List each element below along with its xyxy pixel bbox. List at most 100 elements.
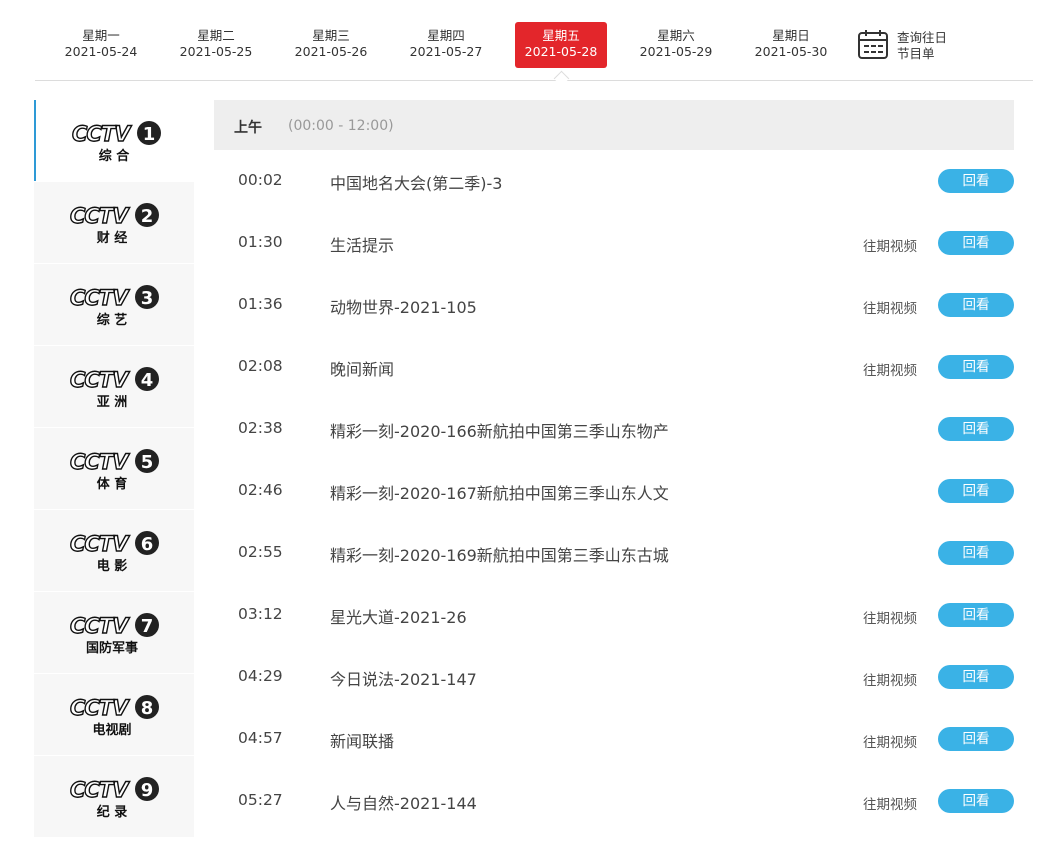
date-tab-weekday: 星期六 (657, 28, 695, 43)
logo-text: CCTV (70, 286, 130, 310)
date-tab-2021-05-27[interactable]: 星期四 2021-05-27 (400, 22, 492, 68)
channel-sidebar: CCTV 1 综 合 CCTV 2 财 经 CCTV 3 综 艺 CCTV 4 亚 洲 CCTV 5 体 育… (34, 100, 194, 845)
channel-number: 3 (141, 288, 154, 309)
channel-item-cctv5[interactable]: CCTV 5 体 育 (34, 428, 194, 509)
channel-number: 4 (141, 370, 154, 391)
program-time: 02:46 (238, 481, 283, 499)
channel-name: 综 艺 (97, 312, 128, 328)
program-title[interactable]: 新闻联播 (330, 728, 394, 752)
logo-text: CCTV (70, 368, 130, 392)
date-tab-weekday: 星期二 (197, 28, 235, 43)
channel-name: 体 育 (97, 476, 128, 492)
past-video-link[interactable]: 往期视频 (863, 669, 917, 689)
replay-button[interactable]: 回看 (938, 417, 1014, 441)
channel-number: 6 (141, 534, 154, 555)
program-time: 02:38 (238, 419, 283, 437)
program-title[interactable]: 精彩一刻-2020-169新航拍中国第三季山东古城 (330, 542, 669, 566)
channel-name: 综 合 (99, 148, 131, 164)
date-tab-date: 2021-05-25 (179, 44, 253, 59)
date-tab-date: 2021-05-26 (294, 44, 368, 59)
program-title[interactable]: 晚间新闻 (330, 356, 394, 380)
date-tab-date: 2021-05-30 (754, 44, 828, 59)
replay-button[interactable]: 回看 (938, 603, 1014, 627)
program-row: 02:46 精彩一刻-2020-167新航拍中国第三季山东人文 回看 (214, 460, 1014, 522)
history-schedule-button[interactable]: 查询往日 节目单 (857, 28, 967, 68)
replay-button[interactable]: 回看 (938, 727, 1014, 751)
past-video-link[interactable]: 往期视频 (863, 297, 917, 317)
channel-number: 1 (143, 124, 156, 145)
program-time: 04:29 (238, 667, 283, 685)
channel-name: 亚 洲 (97, 395, 128, 410)
channel-number: 5 (141, 452, 154, 473)
replay-button[interactable]: 回看 (938, 169, 1014, 193)
date-tab-2021-05-25[interactable]: 星期二 2021-05-25 (170, 22, 262, 68)
date-tab-weekday: 星期日 (772, 28, 810, 43)
past-video-link[interactable]: 往期视频 (863, 359, 917, 379)
program-row: 03:12 星光大道-2021-26 往期视频 回看 (214, 584, 1014, 646)
replay-button[interactable]: 回看 (938, 789, 1014, 813)
program-title[interactable]: 今日说法-2021-147 (330, 666, 477, 690)
date-tab-2021-05-28[interactable]: 星期五 2021-05-28 (515, 22, 607, 68)
program-title[interactable]: 动物世界-2021-105 (330, 294, 477, 318)
channel-number: 9 (141, 780, 154, 801)
channel-number: 8 (141, 698, 154, 719)
date-tab-2021-05-29[interactable]: 星期六 2021-05-29 (630, 22, 722, 68)
channel-name: 电视剧 (92, 722, 131, 738)
program-title[interactable]: 中国地名大会(第二季)-3 (330, 170, 502, 194)
date-tab-date: 2021-05-24 (64, 44, 138, 59)
channel-item-cctv3[interactable]: CCTV 3 综 艺 (34, 264, 194, 345)
replay-button[interactable]: 回看 (938, 665, 1014, 689)
program-row: 04:29 今日说法-2021-147 往期视频 回看 (214, 646, 1014, 708)
channel-item-cctv6[interactable]: CCTV 6 电 影 (34, 510, 194, 591)
program-title[interactable]: 精彩一刻-2020-167新航拍中国第三季山东人文 (330, 480, 669, 504)
past-video-link[interactable]: 往期视频 (863, 793, 917, 813)
replay-button[interactable]: 回看 (938, 479, 1014, 503)
date-tab-date: 2021-05-29 (639, 44, 713, 59)
logo-text: CCTV (70, 204, 130, 228)
program-time: 02:08 (238, 357, 283, 375)
program-row: 02:55 精彩一刻-2020-169新航拍中国第三季山东古城 回看 (214, 522, 1014, 584)
cctv3-logo: CCTV 3 综 艺 (69, 285, 159, 328)
cctv9-logo: CCTV 9 纪 录 (69, 777, 159, 820)
program-row: 05:27 人与自然-2021-144 往期视频 回看 (214, 770, 1014, 832)
date-tab-2021-05-24[interactable]: 星期一 2021-05-24 (55, 22, 147, 68)
cctv6-logo: CCTV 6 电 影 (69, 531, 159, 574)
replay-button[interactable]: 回看 (938, 293, 1014, 317)
logo-text: CCTV (70, 696, 130, 720)
replay-button[interactable]: 回看 (938, 541, 1014, 565)
channel-number: 2 (141, 206, 154, 227)
channel-item-cctv1[interactable]: CCTV 1 综 合 (34, 100, 194, 181)
calendar-icon (858, 30, 888, 59)
channel-item-cctv8[interactable]: CCTV 8 电视剧 (34, 674, 194, 755)
program-title[interactable]: 人与自然-2021-144 (330, 790, 477, 814)
past-video-link[interactable]: 往期视频 (863, 235, 917, 255)
cctv7-logo: CCTV 7国防军事 (69, 613, 159, 656)
past-video-link[interactable]: 往期视频 (863, 731, 917, 751)
section-header: 上午 (00:00 - 12:00) (214, 100, 1014, 150)
logo-text: CCTV (72, 122, 132, 146)
channel-name: 纪 录 (97, 804, 128, 820)
cctv1-logo: CCTV 1 综 合 (71, 121, 161, 164)
past-video-link[interactable]: 往期视频 (863, 607, 917, 627)
channel-item-cctv7[interactable]: CCTV 7 国防军事 (34, 592, 194, 673)
logo-text: CCTV (70, 614, 130, 638)
logo-text: CCTV (70, 450, 130, 474)
replay-button[interactable]: 回看 (938, 231, 1014, 255)
program-time: 00:02 (238, 171, 283, 189)
program-title[interactable]: 精彩一刻-2020-166新航拍中国第三季山东物产 (330, 418, 669, 442)
replay-button[interactable]: 回看 (938, 355, 1014, 379)
program-row: 00:02 中国地名大会(第二季)-3 回看 (214, 150, 1014, 212)
program-title[interactable]: 生活提示 (330, 232, 394, 256)
date-tab-weekday: 星期四 (427, 28, 465, 43)
channel-name: 国防军事 (86, 640, 138, 656)
date-tab-date: 2021-05-28 (524, 44, 598, 59)
program-time: 01:36 (238, 295, 283, 313)
section-label: 上午 (234, 120, 262, 136)
program-title[interactable]: 星光大道-2021-26 (330, 604, 467, 628)
date-tab-2021-05-26[interactable]: 星期三 2021-05-26 (285, 22, 377, 68)
channel-item-cctv2[interactable]: CCTV 2 财 经 (34, 182, 194, 263)
channel-item-cctv9[interactable]: CCTV 9 纪 录 (34, 756, 194, 837)
cctv8-logo: CCTV 8 电视剧 (69, 695, 159, 738)
date-tab-2021-05-30[interactable]: 星期日 2021-05-30 (745, 22, 837, 68)
channel-item-cctv4[interactable]: CCTV 4 亚 洲 (34, 346, 194, 427)
